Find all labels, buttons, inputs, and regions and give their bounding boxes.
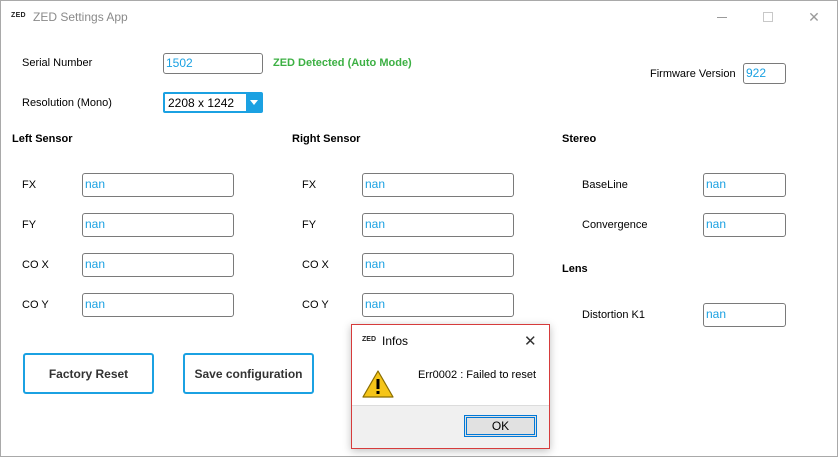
zed-logo-icon: ZED <box>11 12 26 19</box>
firmware-version-label: Firmware Version <box>650 68 736 80</box>
dialog-message: Err0002 : Failed to reset <box>418 369 537 381</box>
right-coy-field[interactable]: nan <box>362 293 514 317</box>
chevron-down-icon[interactable] <box>246 94 261 111</box>
convergence-field[interactable]: nan <box>703 213 786 237</box>
resolution-select[interactable]: 2208 x 1242 <box>163 92 263 113</box>
resolution-selected-value: 2208 x 1242 <box>168 96 235 110</box>
left-coy-field[interactable]: nan <box>82 293 234 317</box>
distortion-k1-field[interactable]: nan <box>703 303 786 327</box>
distortion-k1-label: Distortion K1 <box>582 309 645 321</box>
baseline-field[interactable]: nan <box>703 173 786 197</box>
zed-settings-window: ZED ZED Settings App ✕ Serial Number 150… <box>0 0 838 457</box>
dialog-zed-logo-icon: ZED <box>362 336 376 343</box>
right-fx-label: FX <box>302 179 317 191</box>
right-fy-label: FY <box>302 219 317 231</box>
convergence-label: Convergence <box>582 219 648 231</box>
dialog-footer: OK <box>352 405 549 448</box>
infos-dialog: ZED Infos ✕ Err0002 : Failed to reset OK <box>351 324 550 449</box>
left-cox-field[interactable]: nan <box>82 253 234 277</box>
minimize-button[interactable] <box>699 1 745 33</box>
dialog-close-button[interactable]: ✕ <box>524 332 537 350</box>
save-configuration-button[interactable]: Save configuration <box>183 353 314 394</box>
firmware-version-field[interactable]: 922 <box>743 63 786 84</box>
right-fy-field[interactable]: nan <box>362 213 514 237</box>
dialog-title: Infos <box>382 334 409 348</box>
ok-button[interactable]: OK <box>464 415 537 437</box>
dialog-body: Err0002 : Failed to reset <box>352 355 549 405</box>
right-sensor-heading: Right Sensor <box>292 133 361 145</box>
right-cox-label: CO X <box>302 259 329 271</box>
left-fy-field[interactable]: nan <box>82 213 234 237</box>
left-fy-label: FY <box>22 219 37 231</box>
title-bar[interactable]: ZED ZED Settings App ✕ <box>1 1 837 33</box>
left-sensor-heading: Left Sensor <box>12 133 73 145</box>
stereo-heading: Stereo <box>562 133 597 145</box>
close-button[interactable]: ✕ <box>791 1 837 33</box>
baseline-label: BaseLine <box>582 179 628 191</box>
factory-reset-button[interactable]: Factory Reset <box>23 353 154 394</box>
maximize-button[interactable] <box>745 1 791 33</box>
right-coy-label: CO Y <box>302 299 329 311</box>
window-title: ZED Settings App <box>33 10 128 24</box>
resolution-label: Resolution (Mono) <box>22 97 112 109</box>
left-cox-label: CO X <box>22 259 49 271</box>
serial-number-field[interactable]: 1502 <box>163 53 263 74</box>
detection-status: ZED Detected (Auto Mode) <box>273 57 412 69</box>
close-icon: ✕ <box>808 8 820 25</box>
left-fx-label: FX <box>22 179 37 191</box>
serial-number-label: Serial Number <box>22 57 93 69</box>
right-fx-field[interactable]: nan <box>362 173 514 197</box>
right-cox-field[interactable]: nan <box>362 253 514 277</box>
left-fx-field[interactable]: nan <box>82 173 234 197</box>
lens-heading: Lens <box>562 263 588 275</box>
minimize-icon <box>717 16 727 18</box>
maximize-icon <box>763 12 773 22</box>
left-coy-label: CO Y <box>22 299 49 311</box>
warning-icon <box>362 370 394 398</box>
